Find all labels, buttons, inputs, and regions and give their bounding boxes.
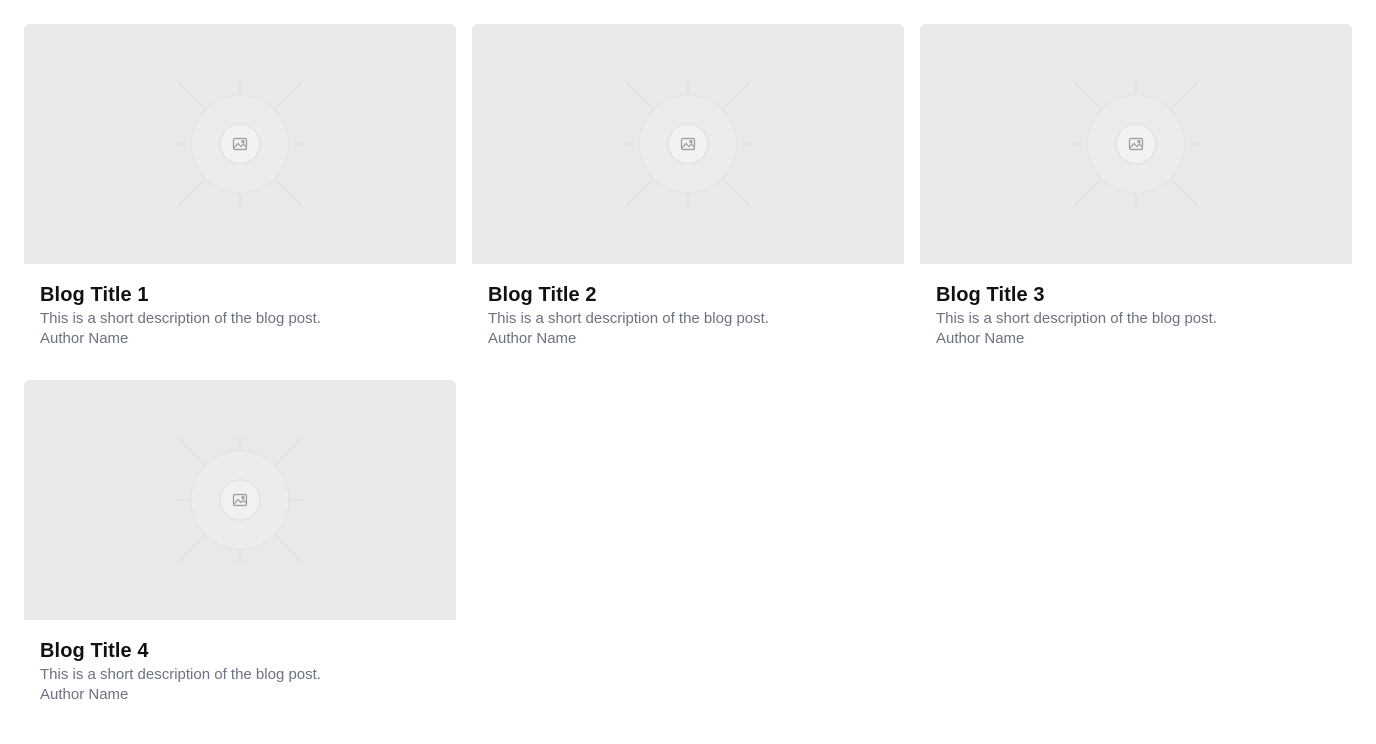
blog-card-thumbnail (472, 24, 904, 264)
image-placeholder-icon (176, 436, 304, 564)
blog-card-description: This is a short description of the blog … (936, 310, 1217, 327)
image-placeholder-icon (176, 80, 304, 208)
blog-card-title[interactable]: Blog Title 2 (488, 283, 888, 307)
blog-card-author: Author Name (40, 330, 129, 347)
blog-card-title[interactable]: Blog Title 1 (40, 283, 440, 307)
blog-card-thumbnail (24, 380, 456, 620)
blog-card-body: Blog Title 2 This is a short description… (472, 264, 904, 349)
blog-card-title[interactable]: Blog Title 4 (40, 639, 440, 663)
blog-card-body: Blog Title 1 This is a short description… (24, 264, 456, 349)
blog-card-author: Author Name (40, 686, 129, 703)
blog-card-thumbnail (24, 24, 456, 264)
image-placeholder-icon (624, 80, 752, 208)
blog-card-title[interactable]: Blog Title 3 (936, 283, 1336, 307)
blog-card[interactable]: Blog Title 1 This is a short description… (24, 24, 456, 360)
blog-card-body: Blog Title 3 This is a short description… (920, 264, 1352, 349)
blog-card-thumbnail (920, 24, 1352, 264)
blog-card[interactable]: Blog Title 4 This is a short description… (24, 380, 456, 716)
blog-card-description: This is a short description of the blog … (40, 666, 321, 683)
blog-card[interactable]: Blog Title 2 This is a short description… (472, 24, 904, 360)
blog-card-body: Blog Title 4 This is a short description… (24, 620, 456, 705)
blog-grid: Blog Title 1 This is a short description… (24, 24, 1352, 716)
blog-card-author: Author Name (488, 330, 577, 347)
image-placeholder-icon (1072, 80, 1200, 208)
blog-card-description: This is a short description of the blog … (40, 310, 321, 327)
blog-card[interactable]: Blog Title 3 This is a short description… (920, 24, 1352, 360)
blog-card-description: This is a short description of the blog … (488, 310, 769, 327)
blog-card-author: Author Name (936, 330, 1025, 347)
